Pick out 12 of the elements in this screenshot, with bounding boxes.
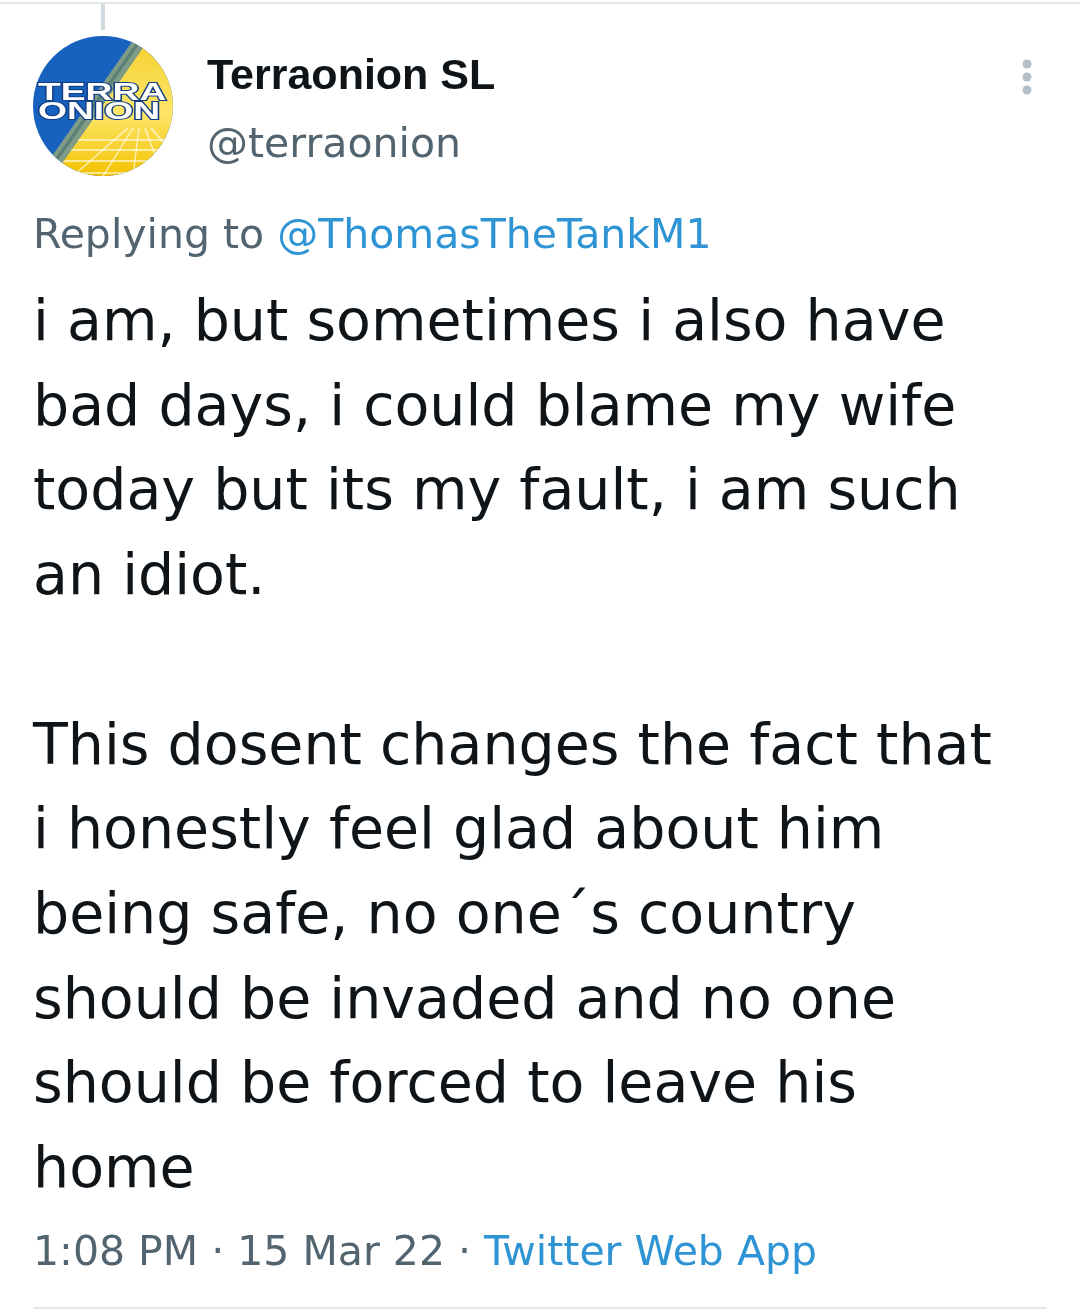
separator: · bbox=[458, 1225, 472, 1276]
tweet-text: i am, but sometimes i also have bad days, i could blame my wife today but its my fault, i am such an idiot. bbox=[33, 286, 962, 610]
separator: · bbox=[211, 1225, 225, 1276]
mention-link[interactable]: @ThomasTheTankM1 bbox=[277, 209, 712, 259]
more-icon[interactable] bbox=[1022, 59, 1032, 95]
post-date: 15 Mar 22 bbox=[237, 1225, 445, 1276]
reply-label: Replying to bbox=[33, 209, 265, 259]
tweet-text: This dosent changes the fact that i honestly feel glad about him being safe, no one´s country should be invaded and no one should be forced to leave his home bbox=[33, 709, 993, 1202]
author-name[interactable]: Terraonion SL bbox=[207, 49, 496, 99]
post-time: 1:08 PM bbox=[33, 1225, 199, 1276]
author-handle[interactable]: @terraonion bbox=[207, 118, 461, 168]
source-link[interactable]: Twitter Web App bbox=[484, 1225, 818, 1276]
